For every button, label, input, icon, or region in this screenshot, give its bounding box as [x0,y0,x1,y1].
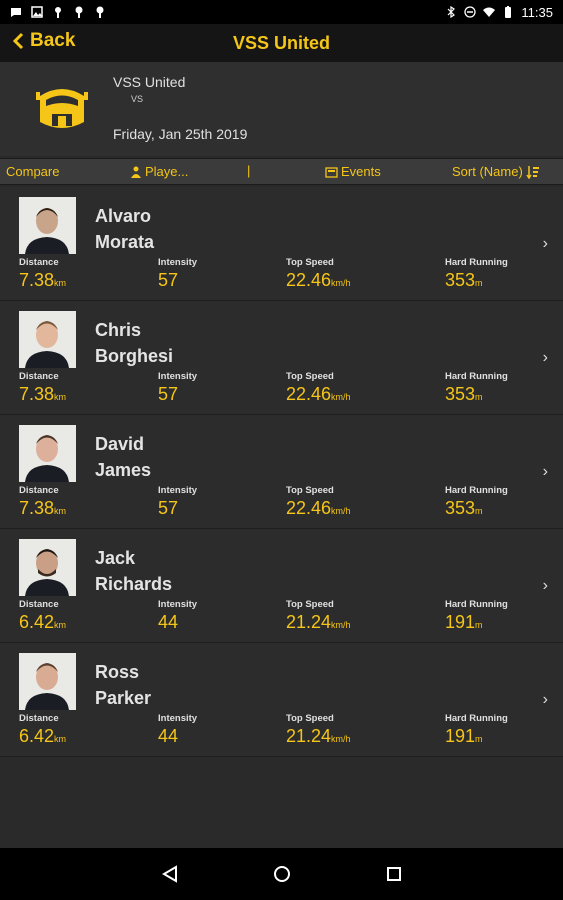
players-filter-label: Playe... [145,164,189,179]
stat-intensity: Intensity 44 [158,713,198,746]
player-avatar [19,197,76,254]
match-date: Friday, Jan 25th 2019 [113,126,248,142]
player-name: David James [95,434,152,480]
player-avatar [19,425,76,482]
player-name: Alvaro Morata [95,206,155,252]
page-title: VSS United [232,32,330,53]
stat-top-speed: Top Speed 22.46km/h [286,257,351,290]
triangle-back-icon [161,865,177,883]
chevron-right-icon: › [542,577,548,594]
chevron-right-icon: › [542,691,548,708]
player-list: Alvaro Morata › Distance 7.38km Intensity 5… [0,187,563,757]
match-team: VSS United [113,74,186,90]
back-label: Back [30,30,76,51]
do-not-disturb-icon [464,6,477,18]
chevron-right-icon: › [542,463,548,480]
wifi-icon [483,7,496,17]
system-icons: 11:35 [445,5,553,20]
player-name: Ross Parker [95,662,152,708]
compare-label: Compare [6,164,60,179]
stat-distance: Distance 6.42km [19,599,67,632]
stat-top-speed: Top Speed 21.24km/h [286,599,351,632]
stat-distance: Distance 7.38km [19,257,67,290]
stat-top-speed: Top Speed 22.46km/h [286,485,351,518]
back-button[interactable]: Back [12,30,75,52]
sort-label: Sort (Name) [452,164,523,179]
stat-hard-running: Hard Running 191m [445,713,508,746]
match-header: VSS United VS Friday, Jan 25th 2019 [0,62,563,156]
stat-hard-running: Hard Running 353m [445,485,508,518]
nav-home-button[interactable] [271,863,293,885]
stat-top-speed: Top Speed 21.24km/h [286,713,351,746]
status-bar: 11:35 [0,0,563,24]
events-button[interactable]: Events [325,164,381,179]
image-icon [31,6,43,18]
sort-icon [526,165,539,179]
player-row[interactable]: David James › Distance 7.38km Intensity 57 … [0,415,563,529]
square-recents-icon [386,867,401,881]
player-name: Chris Borghesi [95,320,174,366]
team-logo-icon [36,89,88,128]
filter-bar: Compare Playe... | Events Sort (Name) [0,158,563,185]
stat-intensity: Intensity 57 [158,371,198,404]
sort-button[interactable]: Sort (Name) [452,164,540,179]
stat-distance: Distance 7.38km [19,371,67,404]
chevron-right-icon: › [542,349,548,366]
stat-hard-running: Hard Running 353m [445,371,508,404]
compare-button[interactable]: Compare [6,164,59,179]
player-row[interactable]: Ross Parker › Distance 6.42km Intensity 44 … [0,643,563,757]
stat-distance: Distance 7.38km [19,485,67,518]
status-time: 11:35 [521,4,553,20]
system-nav-bar [0,848,563,900]
player-avatar [19,653,76,710]
notification-icons [10,6,106,18]
chevron-left-icon [12,32,24,50]
stat-hard-running: Hard Running 353m [445,257,508,290]
stat-intensity: Intensity 44 [158,599,198,632]
events-icon [325,166,338,178]
chevron-right-icon: › [542,235,548,252]
player-row[interactable]: Jack Richards › Distance 6.42km Intensity 4… [0,529,563,643]
circle-home-icon [273,866,290,882]
events-label: Events [341,164,381,179]
match-vs: VS [131,94,144,104]
stat-distance: Distance 6.42km [19,713,67,746]
battery-icon [505,6,512,18]
pin-icon [55,7,61,18]
stat-intensity: Intensity 57 [158,257,198,290]
stat-hard-running: Hard Running 191m [445,599,508,632]
player-avatar [19,311,76,368]
player-row[interactable]: Alvaro Morata › Distance 7.38km Intensity 5… [0,187,563,301]
player-row[interactable]: Chris Borghesi › Distance 7.38km Intensity… [0,301,563,415]
player-name: Jack Richards [95,548,173,594]
app-bar: Back VSS United [0,24,563,62]
map-marker-icon [75,6,83,18]
stat-intensity: Intensity 57 [158,485,198,518]
player-icon [131,166,141,178]
players-filter-button[interactable]: Playe... [130,164,188,179]
nav-recents-button[interactable] [383,863,405,885]
stat-top-speed: Top Speed 22.46km/h [286,371,351,404]
nav-back-button[interactable] [159,863,181,885]
map-marker-icon-2 [96,6,104,18]
player-avatar [19,539,76,596]
filter-divider: | [247,163,251,178]
bluetooth-icon [447,6,456,18]
chat-icon [11,8,21,17]
